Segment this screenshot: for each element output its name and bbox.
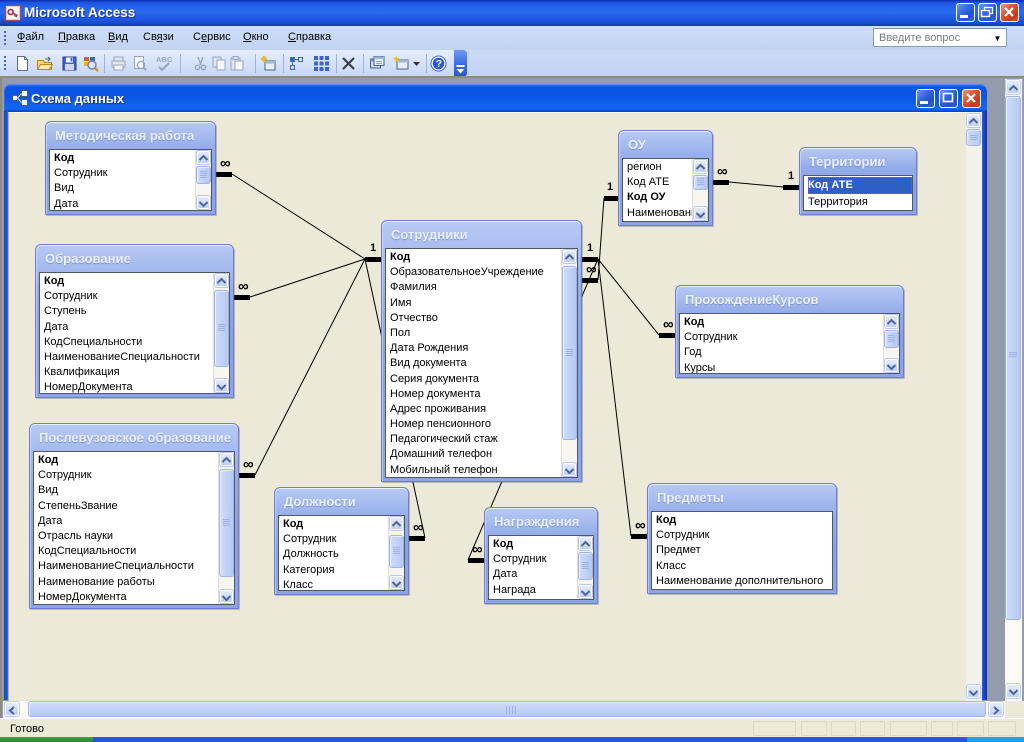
- svg-text:?: ?: [436, 58, 442, 70]
- svg-text:ABC: ABC: [156, 55, 173, 64]
